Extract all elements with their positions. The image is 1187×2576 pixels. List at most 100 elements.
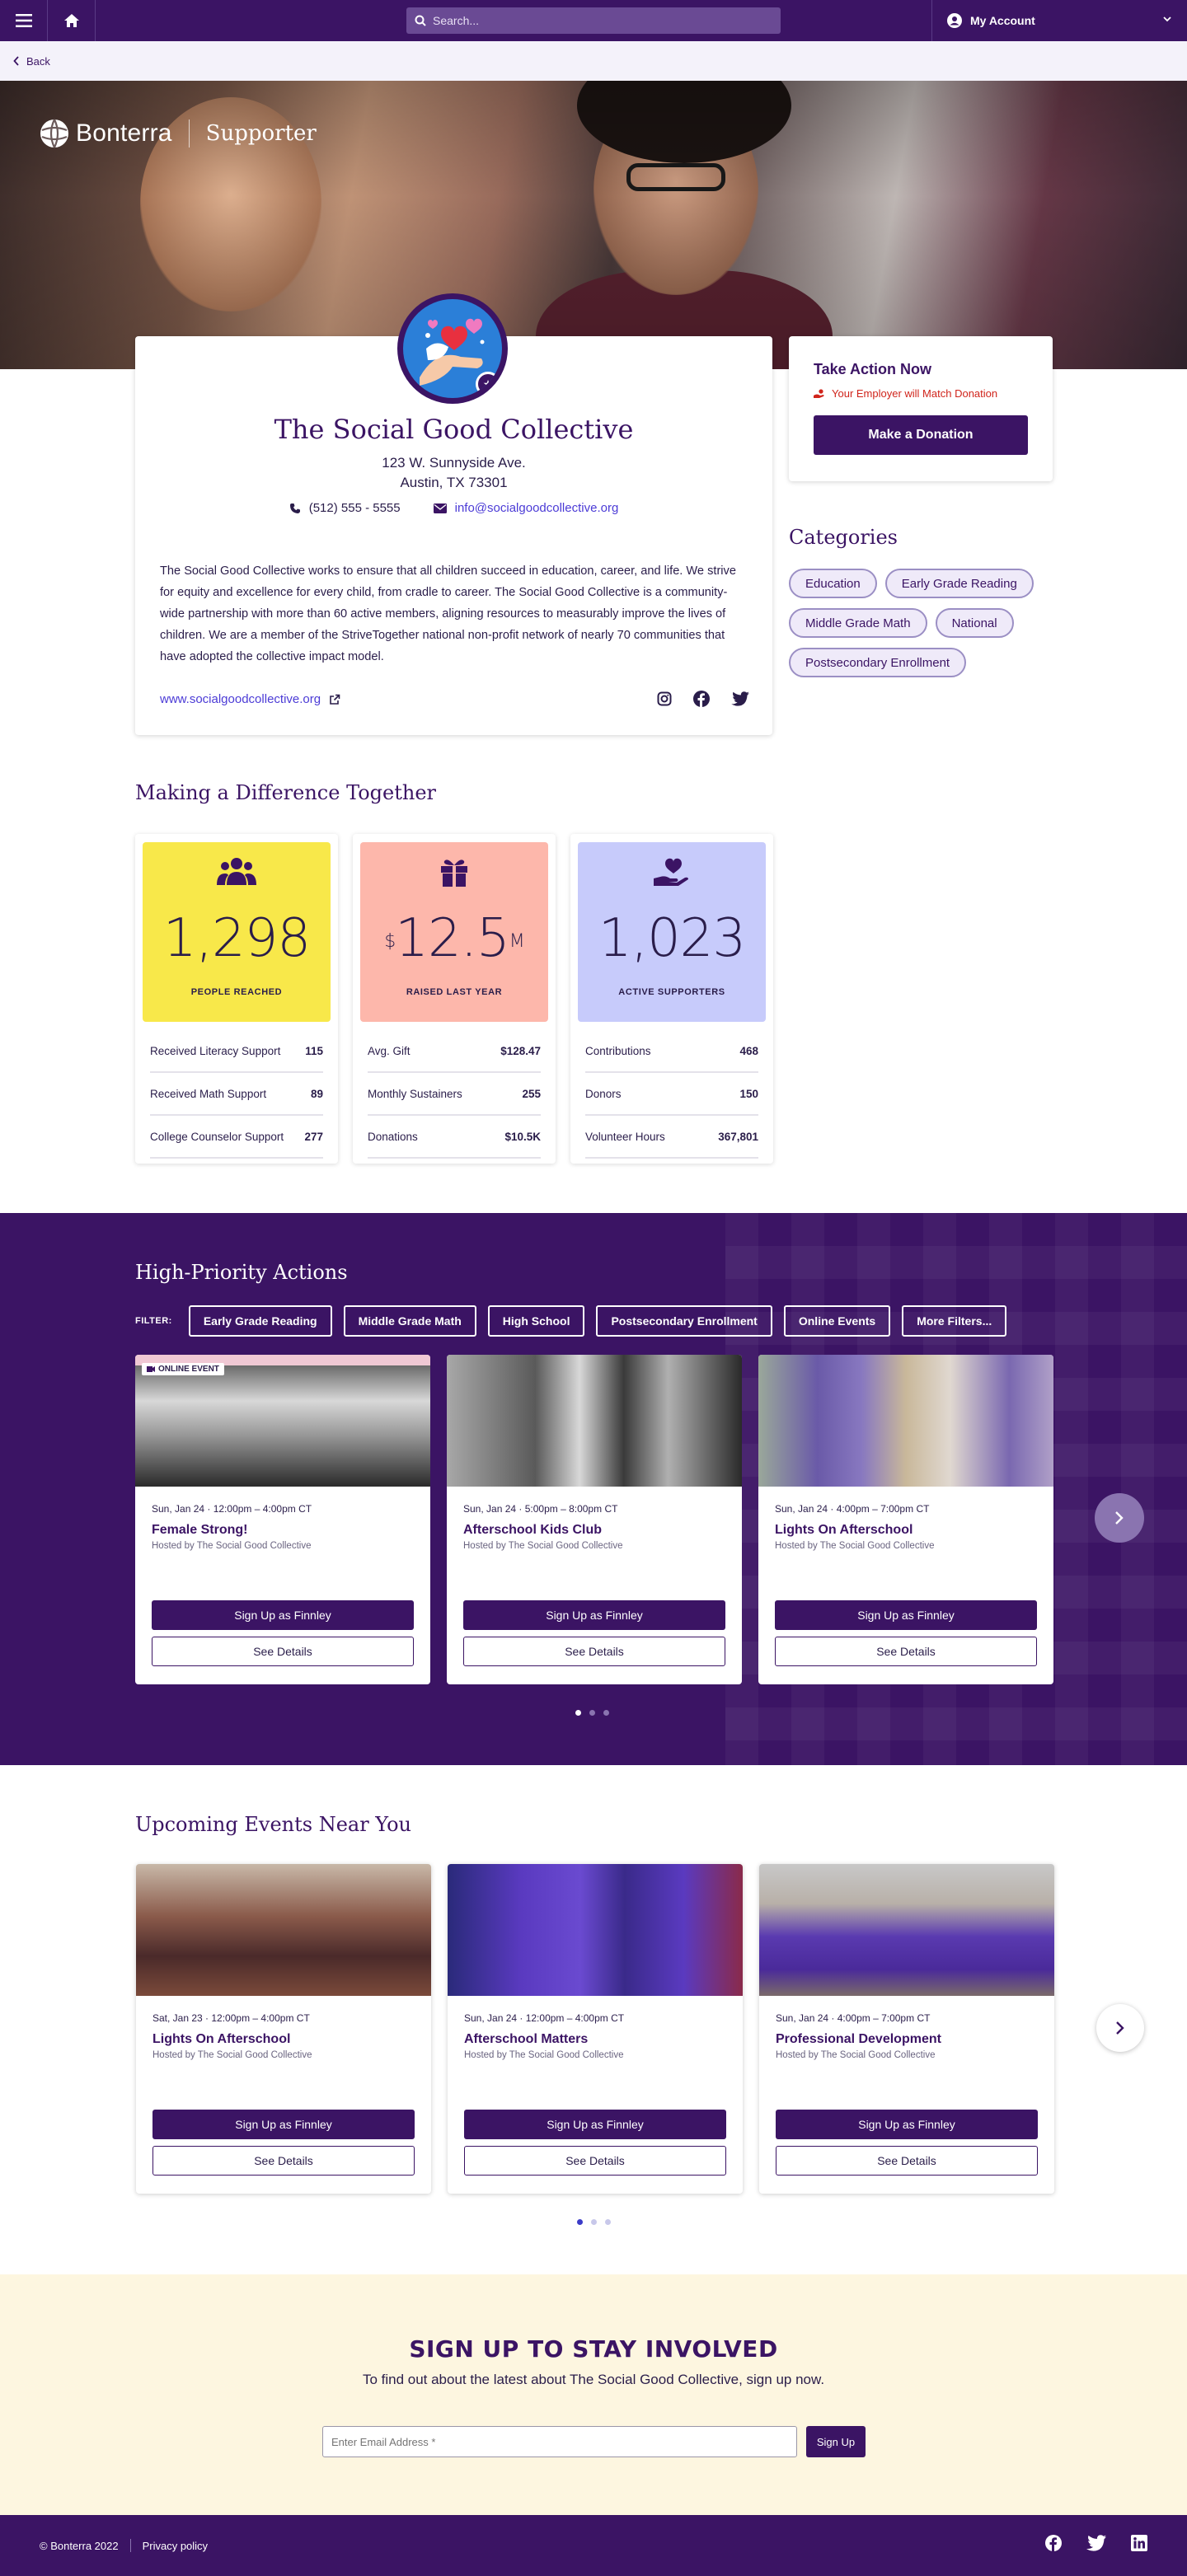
online-event-tag: ONLINE EVENT <box>142 1363 224 1375</box>
email-item[interactable]: info@socialgoodcollective.org <box>433 501 619 515</box>
video-icon <box>147 1366 155 1372</box>
category-chip[interactable]: National <box>935 608 1014 638</box>
category-chip[interactable]: Education <box>789 569 877 598</box>
see-details-button[interactable]: See Details <box>464 2146 726 2176</box>
see-details-button[interactable]: See Details <box>775 1637 1037 1666</box>
carousel-dot[interactable] <box>603 1710 609 1716</box>
email-link[interactable]: info@socialgoodcollective.org <box>455 501 619 515</box>
facebook-icon[interactable] <box>1045 2535 1062 2551</box>
hamburger-icon <box>15 14 32 27</box>
sign-up-button[interactable]: Sign Up as Finnley <box>464 2110 726 2139</box>
instagram-icon[interactable] <box>657 691 672 706</box>
filter-label: FILTER: <box>135 1316 172 1326</box>
sign-up-button[interactable]: Sign Up as Finnley <box>152 1600 414 1630</box>
phone-item[interactable]: (512) 555 - 5555 <box>289 501 401 515</box>
sign-up-button[interactable]: Sign Up as Finnley <box>463 1600 725 1630</box>
org-social-links <box>657 691 749 707</box>
carousel-next-button[interactable] <box>1096 2004 1144 2052</box>
see-details-button[interactable]: See Details <box>776 2146 1038 2176</box>
menu-button[interactable] <box>0 0 48 41</box>
privacy-link[interactable]: Privacy policy <box>143 2540 208 2552</box>
event-card: Sun, Jan 24 · 12:00pm – 4:00pm CT Afters… <box>448 1864 743 2194</box>
people-icon <box>217 858 256 885</box>
category-chip[interactable]: Early Grade Reading <box>884 569 1034 598</box>
brand-sub: Supporter <box>205 121 317 146</box>
filter-bar: FILTER: Early Grade Reading Middle Grade… <box>135 1305 1007 1337</box>
stat-breakdown: Received Literacy Support 115 Received Ma… <box>150 1030 323 1159</box>
twitter-icon[interactable] <box>1086 2535 1106 2551</box>
home-icon <box>63 14 79 27</box>
twitter-icon[interactable] <box>731 691 749 706</box>
stat-row: Contributions 468 <box>585 1030 758 1073</box>
address-line2: Austin, TX 73301 <box>400 475 508 490</box>
carousel-dot-active[interactable] <box>575 1710 581 1716</box>
stat-breakdown: Avg. Gift $128.47 Monthly Sustainers 255 D… <box>368 1030 541 1159</box>
stat-card-raised: $12.5M RAISED LAST YEAR Avg. Gift $128.47… <box>353 834 556 1164</box>
event-host: Hosted by The Social Good Collective <box>775 1541 935 1551</box>
top-nav: Search... My Account <box>0 0 1187 41</box>
org-avatar: ★ <box>397 293 508 404</box>
phone-text: (512) 555 - 5555 <box>308 501 401 515</box>
filter-button[interactable]: Early Grade Reading <box>188 1305 332 1337</box>
see-details-button[interactable]: See Details <box>463 1637 725 1666</box>
event-name[interactable]: Female Strong! <box>152 1523 247 1538</box>
copyright: © Bonterra 2022 <box>40 2539 119 2552</box>
event-name[interactable]: Professional Development <box>776 2032 941 2047</box>
stat-highlight: 1,298 PEOPLE REACHED <box>143 842 331 1022</box>
take-action-title: Take Action Now <box>814 361 932 377</box>
sign-up-button[interactable]: Sign Up <box>806 2426 866 2457</box>
sign-up-button[interactable]: Sign Up as Finnley <box>775 1600 1037 1630</box>
filter-button[interactable]: Postsecondary Enrollment <box>596 1305 772 1337</box>
stat-value: 1,298 <box>162 908 311 969</box>
impact-title: Making a Difference Together <box>135 781 437 804</box>
website-text[interactable]: www.socialgoodcollective.org <box>160 692 321 706</box>
event-host: Hosted by The Social Good Collective <box>152 1541 312 1551</box>
carousel-dot-active[interactable] <box>577 2219 583 2225</box>
carousel-dot[interactable] <box>591 2219 597 2225</box>
event-image <box>447 1355 742 1487</box>
filter-button[interactable]: High School <box>487 1305 585 1337</box>
email-field[interactable] <box>322 2426 797 2457</box>
event-name[interactable]: Afterschool Kids Club <box>463 1523 602 1538</box>
stat-row: Monthly Sustainers 255 <box>368 1073 541 1116</box>
event-image <box>759 1864 1054 1996</box>
stat-card-people: 1,298 PEOPLE REACHED Received Literacy S… <box>135 834 338 1164</box>
event-name[interactable]: Afterschool Matters <box>464 2032 588 2047</box>
make-donation-button[interactable]: Make a Donation <box>814 415 1028 455</box>
stat-row: College Counselor Support 277 <box>150 1116 323 1159</box>
facebook-icon[interactable] <box>693 691 710 707</box>
carousel-next-button[interactable] <box>1095 1493 1144 1543</box>
filter-button[interactable]: Middle Grade Math <box>343 1305 476 1337</box>
bonterra-globe-icon <box>40 119 68 148</box>
back-link[interactable]: Back <box>0 41 1187 81</box>
linkedin-icon[interactable] <box>1131 2535 1147 2551</box>
event-date: Sun, Jan 24 · 12:00pm – 4:00pm CT <box>464 2012 625 2024</box>
filter-button[interactable]: Online Events <box>783 1305 891 1337</box>
search-input[interactable]: Search... <box>406 7 781 34</box>
search-placeholder: Search... <box>433 14 480 27</box>
account-menu[interactable]: My Account <box>931 0 1187 41</box>
sign-up-button[interactable]: Sign Up as Finnley <box>776 2110 1038 2139</box>
event-image <box>136 1864 431 1996</box>
see-details-button[interactable]: See Details <box>152 2146 415 2176</box>
stat-label: PEOPLE REACHED <box>190 987 283 997</box>
carousel-dots <box>575 1710 609 1716</box>
chevron-right-icon <box>1115 1511 1124 1525</box>
sign-up-button[interactable]: Sign Up as Finnley <box>152 2110 415 2139</box>
carousel-dot[interactable] <box>605 2219 611 2225</box>
home-button[interactable] <box>48 0 96 41</box>
org-name: The Social Good Collective <box>274 414 634 445</box>
category-chip[interactable]: Postsecondary Enrollment <box>789 648 967 677</box>
event-name[interactable]: Lights On Afterschool <box>775 1523 913 1538</box>
see-details-button[interactable]: See Details <box>152 1637 414 1666</box>
event-date: Sun, Jan 24 · 12:00pm – 4:00pm CT <box>152 1503 312 1515</box>
more-filters-button[interactable]: More Filters... <box>902 1305 1007 1337</box>
website-link[interactable]: www.socialgoodcollective.org <box>160 692 340 706</box>
carousel-dot[interactable] <box>589 1710 595 1716</box>
category-chip[interactable]: Middle Grade Math <box>789 608 927 638</box>
carousel-dots <box>577 2219 611 2225</box>
event-host: Hosted by The Social Good Collective <box>463 1541 623 1551</box>
event-name[interactable]: Lights On Afterschool <box>152 2032 290 2047</box>
back-label: Back <box>26 54 50 68</box>
event-host: Hosted by The Social Good Collective <box>464 2050 624 2060</box>
